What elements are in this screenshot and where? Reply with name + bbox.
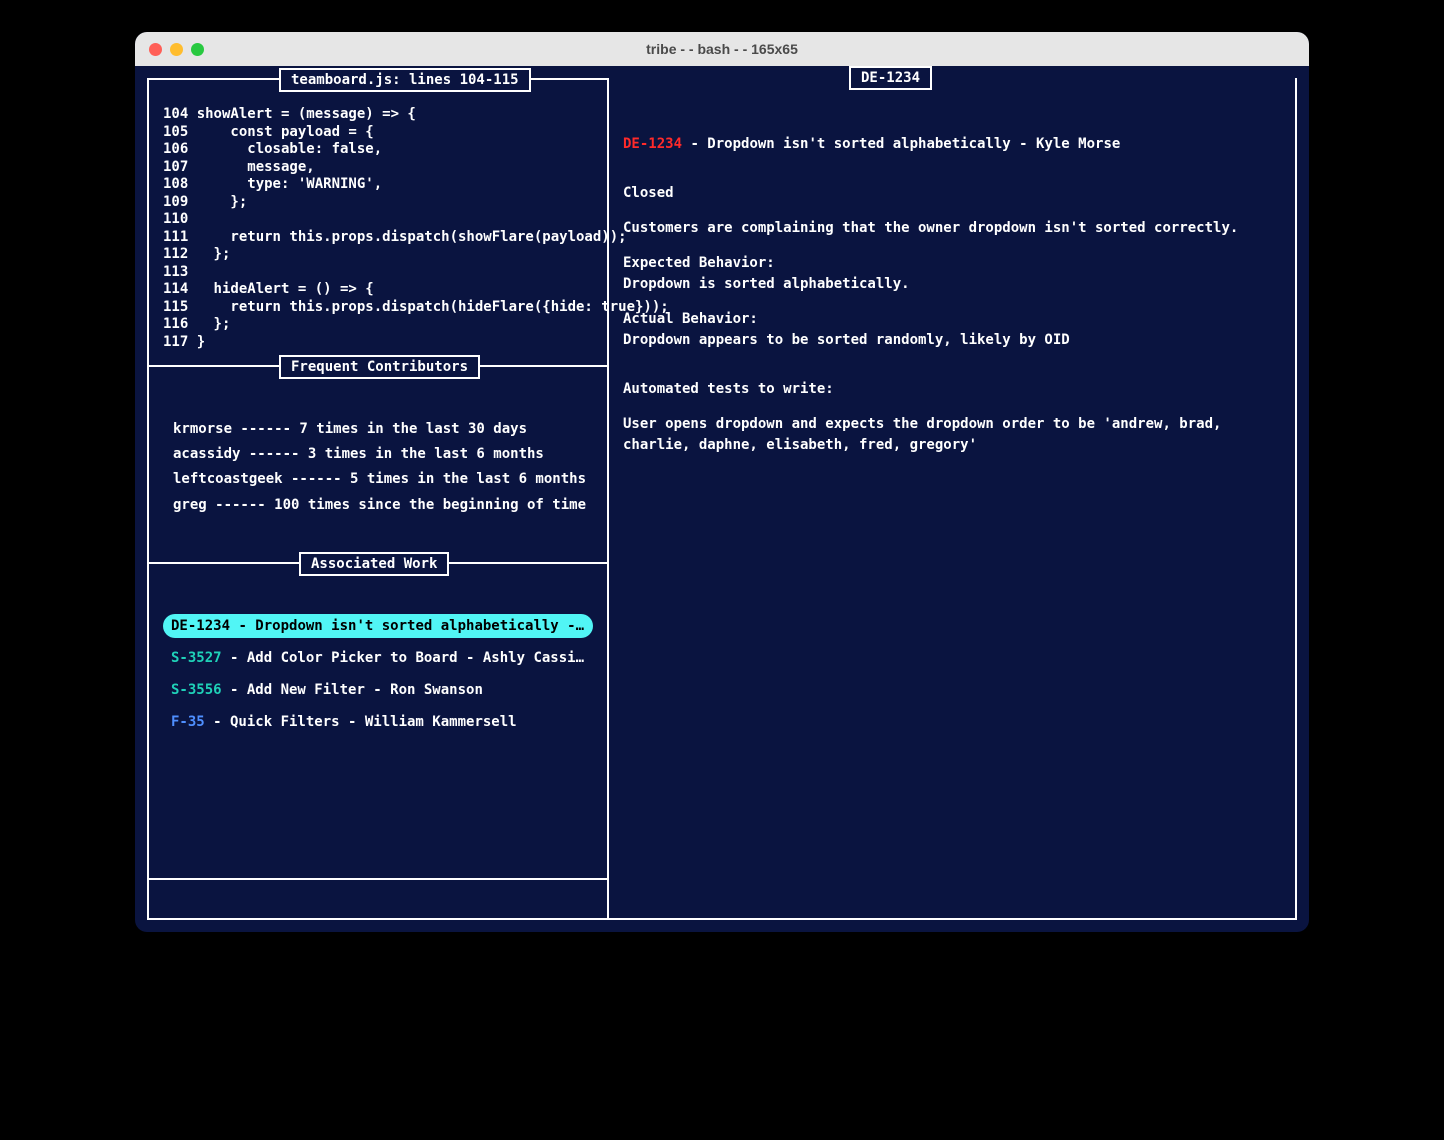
line-text: return this.props.dispatch(showFlare(pay… <box>197 229 627 245</box>
code-line: 117} <box>163 334 593 352</box>
ticket-status: Closed <box>623 183 1281 204</box>
terminal-window: tribe - - bash - - 165x65 teamboard.js: … <box>135 32 1309 932</box>
line-number: 109 <box>163 194 188 212</box>
contributor-line: krmorse ------ 7 times in the last 30 da… <box>173 417 589 442</box>
code-line: 116 }; <box>163 316 593 334</box>
ticket-detail-legend: DE-1234 <box>849 66 932 90</box>
tests-text: User opens dropdown and expects the drop… <box>623 414 1281 456</box>
code-line: 107 message, <box>163 159 593 177</box>
line-number: 108 <box>163 176 188 194</box>
ticket-title: DE-1234 - Dropdown isn't sorted alphabet… <box>623 134 1281 155</box>
work-item[interactable]: S-3527 - Add Color Picker to Board - Ash… <box>163 646 593 670</box>
contributors-panel: Frequent Contributors krmorse ------ 7 t… <box>147 367 607 564</box>
tui-surface: teamboard.js: lines 104-115 104 showAlert… <box>135 66 1309 932</box>
code-line: 108 type: 'WARNING', <box>163 176 593 194</box>
code-body: 104 showAlert = (message) => { 105 const p… <box>163 106 593 351</box>
line-text: message, <box>197 159 315 175</box>
code-line: 110 <box>163 211 593 229</box>
line-number: 112 <box>163 246 188 264</box>
code-line: 115 return this.props.dispatch(hideFlare… <box>163 299 593 317</box>
line-number: 105 <box>163 124 188 142</box>
line-number: 107 <box>163 159 188 177</box>
line-text: closable: false, <box>197 141 382 157</box>
contributor-line: acassidy ------ 3 times in the last 6 mo… <box>173 442 589 467</box>
work-item[interactable]: F-35 - Quick Filters - William Kammersel… <box>163 710 593 734</box>
line-number: 113 <box>163 264 188 282</box>
work-item-id: DE-1234 <box>171 618 230 634</box>
code-line: 109 }; <box>163 194 593 212</box>
contributors-panel-legend: Frequent Contributors <box>279 355 480 379</box>
associated-work-list: DE-1234 - Dropdown isn't sorted alphabet… <box>163 590 593 734</box>
code-line: 112 }; <box>163 246 593 264</box>
actual-label: Actual Behavior: <box>623 309 1281 330</box>
footer-strip <box>147 880 607 920</box>
line-number: 106 <box>163 141 188 159</box>
code-line: 106 closable: false, <box>163 141 593 159</box>
line-number: 116 <box>163 316 188 334</box>
code-line: 111 return this.props.dispatch(showFlare… <box>163 229 593 247</box>
work-item-rest: - Quick Filters - William Kammersell <box>205 714 517 730</box>
line-text: hideAlert = () => { <box>197 281 374 297</box>
line-text: }; <box>197 316 231 332</box>
work-item-rest: - Dropdown isn't sorted alphabetically -… <box>230 618 593 634</box>
line-text: return this.props.dispatch(hideFlare({hi… <box>197 299 669 315</box>
line-text: } <box>197 334 205 350</box>
work-item-rest: - Add New Filter - Ron Swanson <box>222 682 483 698</box>
line-number: 117 <box>163 334 188 352</box>
expected-text: Dropdown is sorted alphabetically. <box>623 274 1281 295</box>
code-line: 114 hideAlert = () => { <box>163 281 593 299</box>
line-number: 111 <box>163 229 188 247</box>
work-item-id: F-35 <box>171 714 205 730</box>
work-item[interactable]: S-3556 - Add New Filter - Ron Swanson <box>163 678 593 702</box>
tests-label: Automated tests to write: <box>623 379 1281 400</box>
contributor-line: leftcoastgeek ------ 5 times in the last… <box>173 467 589 492</box>
traffic-lights <box>135 43 204 56</box>
minimize-icon[interactable] <box>170 43 183 56</box>
line-text: showAlert = (message) => { <box>197 106 416 122</box>
work-item[interactable]: DE-1234 - Dropdown isn't sorted alphabet… <box>163 614 593 638</box>
actual-text: Dropdown appears to be sorted randomly, … <box>623 330 1281 351</box>
code-line: 113 <box>163 264 593 282</box>
zoom-icon[interactable] <box>191 43 204 56</box>
line-number: 110 <box>163 211 188 229</box>
ticket-description: Customers are complaining that the owner… <box>623 218 1281 239</box>
code-panel-legend: teamboard.js: lines 104-115 <box>279 68 531 92</box>
line-text: const payload = { <box>197 124 374 140</box>
expected-block: Expected Behavior: Dropdown is sorted al… <box>623 253 1281 295</box>
code-line: 105 const payload = { <box>163 124 593 142</box>
work-item-id: S-3556 <box>171 682 222 698</box>
code-line: 104 showAlert = (message) => { <box>163 106 593 124</box>
code-panel: teamboard.js: lines 104-115 104showAlert… <box>147 78 607 367</box>
ticket-id: DE-1234 <box>623 136 682 152</box>
ticket-title-rest: - Dropdown isn't sorted alphabetically -… <box>682 136 1120 152</box>
close-icon[interactable] <box>149 43 162 56</box>
contributor-line: greg ------ 100 times since the beginnin… <box>173 493 589 518</box>
actual-block: Actual Behavior: Dropdown appears to be … <box>623 309 1281 351</box>
associated-work-legend: Associated Work <box>299 552 449 576</box>
titlebar[interactable]: tribe - - bash - - 165x65 <box>135 32 1309 66</box>
associated-work-panel: Associated Work DE-1234 - Dropdown isn't… <box>147 564 607 880</box>
work-item-rest: - Add Color Picker to Board - Ashly Cass… <box>222 650 593 666</box>
line-number: 114 <box>163 281 188 299</box>
line-number: 115 <box>163 299 188 317</box>
line-number: 104 <box>163 106 188 124</box>
expected-label: Expected Behavior: <box>623 253 1281 274</box>
work-item-id: S-3527 <box>171 650 222 666</box>
line-text: }; <box>197 194 248 210</box>
ticket-detail-panel: DE-1234 DE-1234 - Dropdown isn't sorted … <box>607 78 1297 920</box>
line-text: }; <box>197 246 231 262</box>
contributors-list: krmorse ------ 7 times in the last 30 da… <box>163 393 593 522</box>
line-text: type: 'WARNING', <box>197 176 382 192</box>
window-title: tribe - - bash - - 165x65 <box>135 41 1309 57</box>
